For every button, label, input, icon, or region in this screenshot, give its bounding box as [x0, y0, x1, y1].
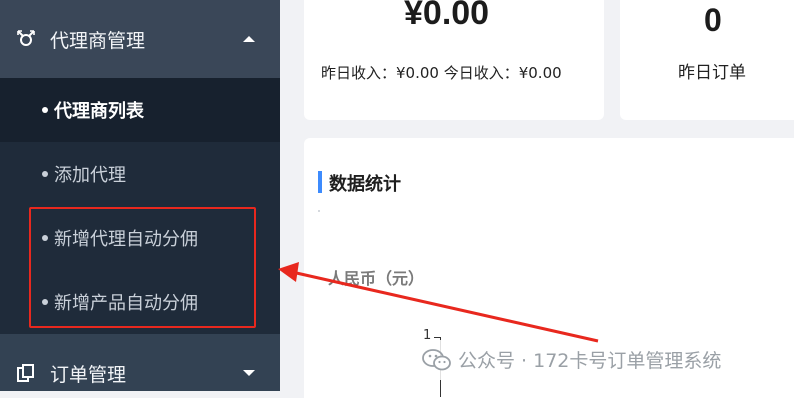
- submenu-item-label: 代理商列表: [54, 101, 144, 122]
- submenu-item-label: 添加代理: [54, 165, 126, 186]
- caret-up-icon: [243, 36, 255, 42]
- bullet-icon: [42, 171, 48, 177]
- watermark-text: 公众号 · 172卡号订单管理系统: [458, 350, 722, 372]
- menu-group-order-management[interactable]: 订单管理: [0, 334, 280, 391]
- chart-y-axis-label: 人民币（元）: [328, 269, 425, 288]
- menu-group-agent-management[interactable]: 代理商管理: [0, 0, 280, 78]
- orders-value: 0: [704, 2, 722, 38]
- users-icon: [17, 30, 35, 46]
- submenu-item-add-agent[interactable]: 添加代理: [0, 142, 280, 206]
- divider-dot: [318, 210, 320, 212]
- bullet-icon: [42, 107, 48, 113]
- submenu-item-agent-list[interactable]: 代理商列表: [0, 78, 280, 142]
- menu-group-label: 代理商管理: [50, 29, 146, 52]
- annotation-highlight-box: [29, 207, 256, 328]
- revenue-detail: 昨日收入：¥0.00 今日收入：¥0.00: [321, 64, 562, 82]
- section-title: 数据统计: [329, 174, 401, 195]
- orders-label: 昨日订单: [678, 63, 746, 83]
- orders-card: 0 昨日订单: [620, 0, 794, 120]
- watermark: 公众号 · 172卡号订单管理系统: [418, 340, 794, 380]
- caret-down-icon: [243, 370, 255, 376]
- section-accent-bar: [318, 171, 322, 193]
- sidebar: 代理商管理 代理商列表 添加代理 新增代理自动分佣 新增产品自动分佣 订单管理: [0, 0, 280, 391]
- revenue-value: ¥0.00: [404, 0, 490, 32]
- revenue-card: ¥0.00 昨日收入：¥0.00 今日收入：¥0.00: [304, 0, 604, 120]
- order-icon: [17, 364, 34, 382]
- menu-group-label: 订单管理: [50, 363, 127, 386]
- wechat-icon: [422, 349, 451, 371]
